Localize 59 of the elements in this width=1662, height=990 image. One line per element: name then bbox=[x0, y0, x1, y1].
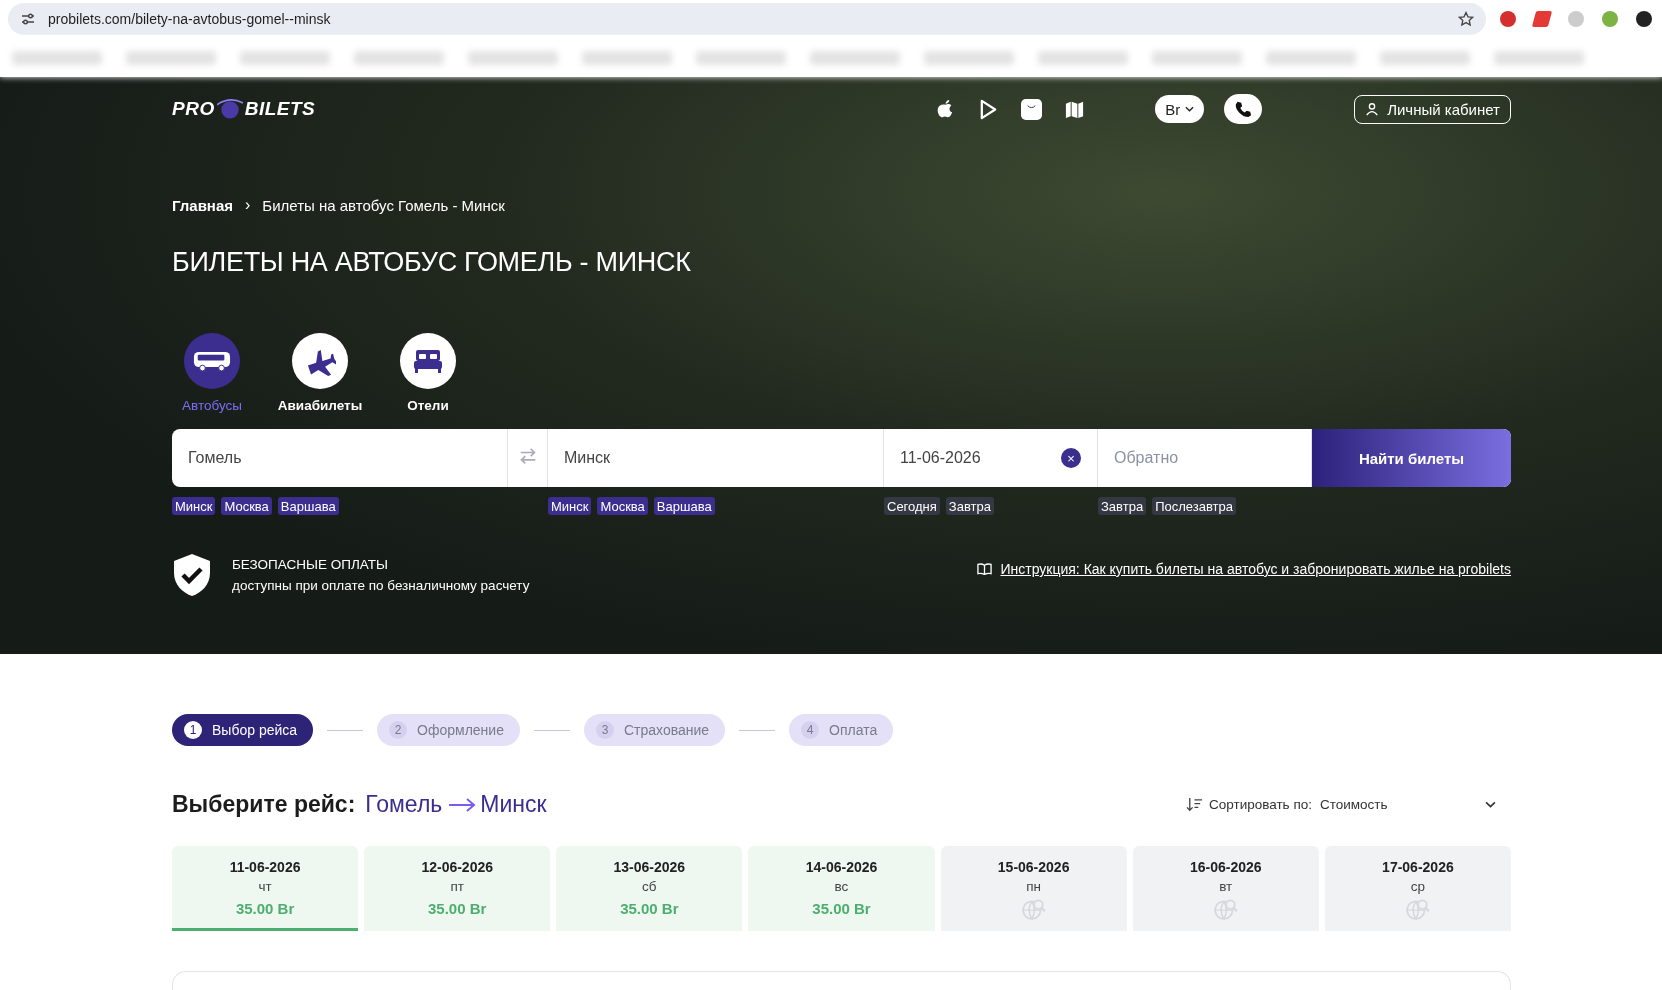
transport-tab[interactable]: Автобусы bbox=[172, 333, 252, 413]
bus-icon bbox=[193, 349, 231, 373]
phone-button[interactable] bbox=[1224, 94, 1263, 124]
bookmark-star-icon[interactable] bbox=[1458, 11, 1474, 27]
clear-icon[interactable]: × bbox=[1061, 448, 1081, 468]
date-card[interactable]: 14-06-2026 вс 35.00 Br bbox=[748, 846, 935, 931]
globe-search-icon bbox=[1021, 898, 1046, 920]
route-destination: Минск bbox=[480, 791, 547, 818]
quick-pick-tag[interactable]: Сегодня bbox=[884, 497, 940, 515]
globe-search-icon bbox=[1405, 898, 1430, 920]
quick-pick-tag[interactable]: Минск bbox=[172, 497, 216, 515]
quick-pick-tag[interactable]: Послезавтра bbox=[1152, 497, 1236, 515]
book-icon bbox=[977, 563, 993, 575]
step-pill[interactable]: 1 Выбор рейса bbox=[172, 714, 314, 746]
transport-tab[interactable]: Отели bbox=[388, 333, 468, 413]
date-card[interactable]: 13-06-2026 сб 35.00 Br bbox=[556, 846, 743, 931]
security-title: БЕЗОПАСНЫЕ ОПЛАТЫ bbox=[232, 557, 389, 572]
chevron-down-icon bbox=[1485, 801, 1496, 808]
date-card[interactable]: 15-06-2026 пн bbox=[940, 846, 1127, 931]
extension-icon[interactable] bbox=[1636, 11, 1652, 27]
breadcrumb-link[interactable]: Главная bbox=[172, 196, 233, 214]
sort-dropdown[interactable]: Сортировать по: Стоимость bbox=[1186, 796, 1496, 813]
currency-dropdown[interactable]: Br bbox=[1155, 95, 1205, 123]
site-settings-icon[interactable] bbox=[20, 11, 36, 27]
security-text: доступны при оплате по безналичному расчету bbox=[232, 578, 530, 593]
logo[interactable]: PRO BILETS bbox=[172, 96, 316, 122]
route-heading: Выберите рейс: bbox=[172, 791, 356, 818]
date-field[interactable]: 11-06-2026 × bbox=[884, 429, 1098, 487]
breadcrumb-separator: › bbox=[245, 196, 251, 214]
date-card[interactable]: 12-06-2026 пт 35.00 Br bbox=[364, 846, 551, 931]
globe-search-icon bbox=[1213, 898, 1238, 920]
quick-pick-tag[interactable]: Варшава bbox=[277, 497, 339, 515]
quick-pick-tag[interactable]: Минск bbox=[548, 497, 592, 515]
quick-pick-tag[interactable]: Москва bbox=[597, 497, 648, 515]
quick-pick-tag[interactable]: Завтра bbox=[1098, 497, 1147, 515]
bed-icon bbox=[413, 348, 443, 374]
instruction-link[interactable]: Инструкция: Как купить билеты на автобус и забронировать жилье на probilets bbox=[1000, 561, 1511, 577]
phone-icon bbox=[1234, 100, 1253, 118]
quick-pick-tag[interactable]: Варшава bbox=[653, 497, 715, 515]
app-gallery-icon[interactable] bbox=[1021, 98, 1043, 120]
arrow-icon bbox=[448, 797, 477, 812]
quick-pick-tag[interactable]: Завтра bbox=[945, 497, 994, 515]
page-title: БИЛЕТЫ НА АВТОБУС ГОМЕЛЬ - МИНСК bbox=[172, 247, 692, 278]
find-tickets-button[interactable]: Найти билеты bbox=[1312, 429, 1511, 487]
user-icon bbox=[1365, 102, 1380, 116]
address-bar[interactable]: probilets.com/bilety-na-avtobus-gomel--minsk bbox=[8, 3, 1486, 35]
date-card[interactable]: 11-06-2026 чт 35.00 Br bbox=[172, 846, 359, 931]
date-card[interactable]: 16-06-2026 вт bbox=[1132, 846, 1319, 931]
breadcrumb-link[interactable]: Билеты на автобус Гомель - Минск bbox=[262, 196, 505, 214]
sort-icon bbox=[1186, 796, 1203, 813]
quick-pick-tag[interactable]: Москва bbox=[221, 497, 272, 515]
route-origin: Гомель bbox=[365, 791, 443, 818]
url-text: probilets.com/bilety-na-avtobus-gomel--minsk bbox=[48, 11, 332, 27]
transport-tab[interactable]: Авиабилеты bbox=[280, 333, 360, 413]
account-button[interactable]: Личный кабинет bbox=[1354, 94, 1511, 124]
arrival-city-field[interactable]: Минск bbox=[548, 429, 884, 487]
chevron-down-icon bbox=[1185, 106, 1195, 112]
date-card[interactable]: 17-06-2026 ср bbox=[1324, 846, 1511, 931]
shield-check-icon bbox=[172, 553, 212, 597]
